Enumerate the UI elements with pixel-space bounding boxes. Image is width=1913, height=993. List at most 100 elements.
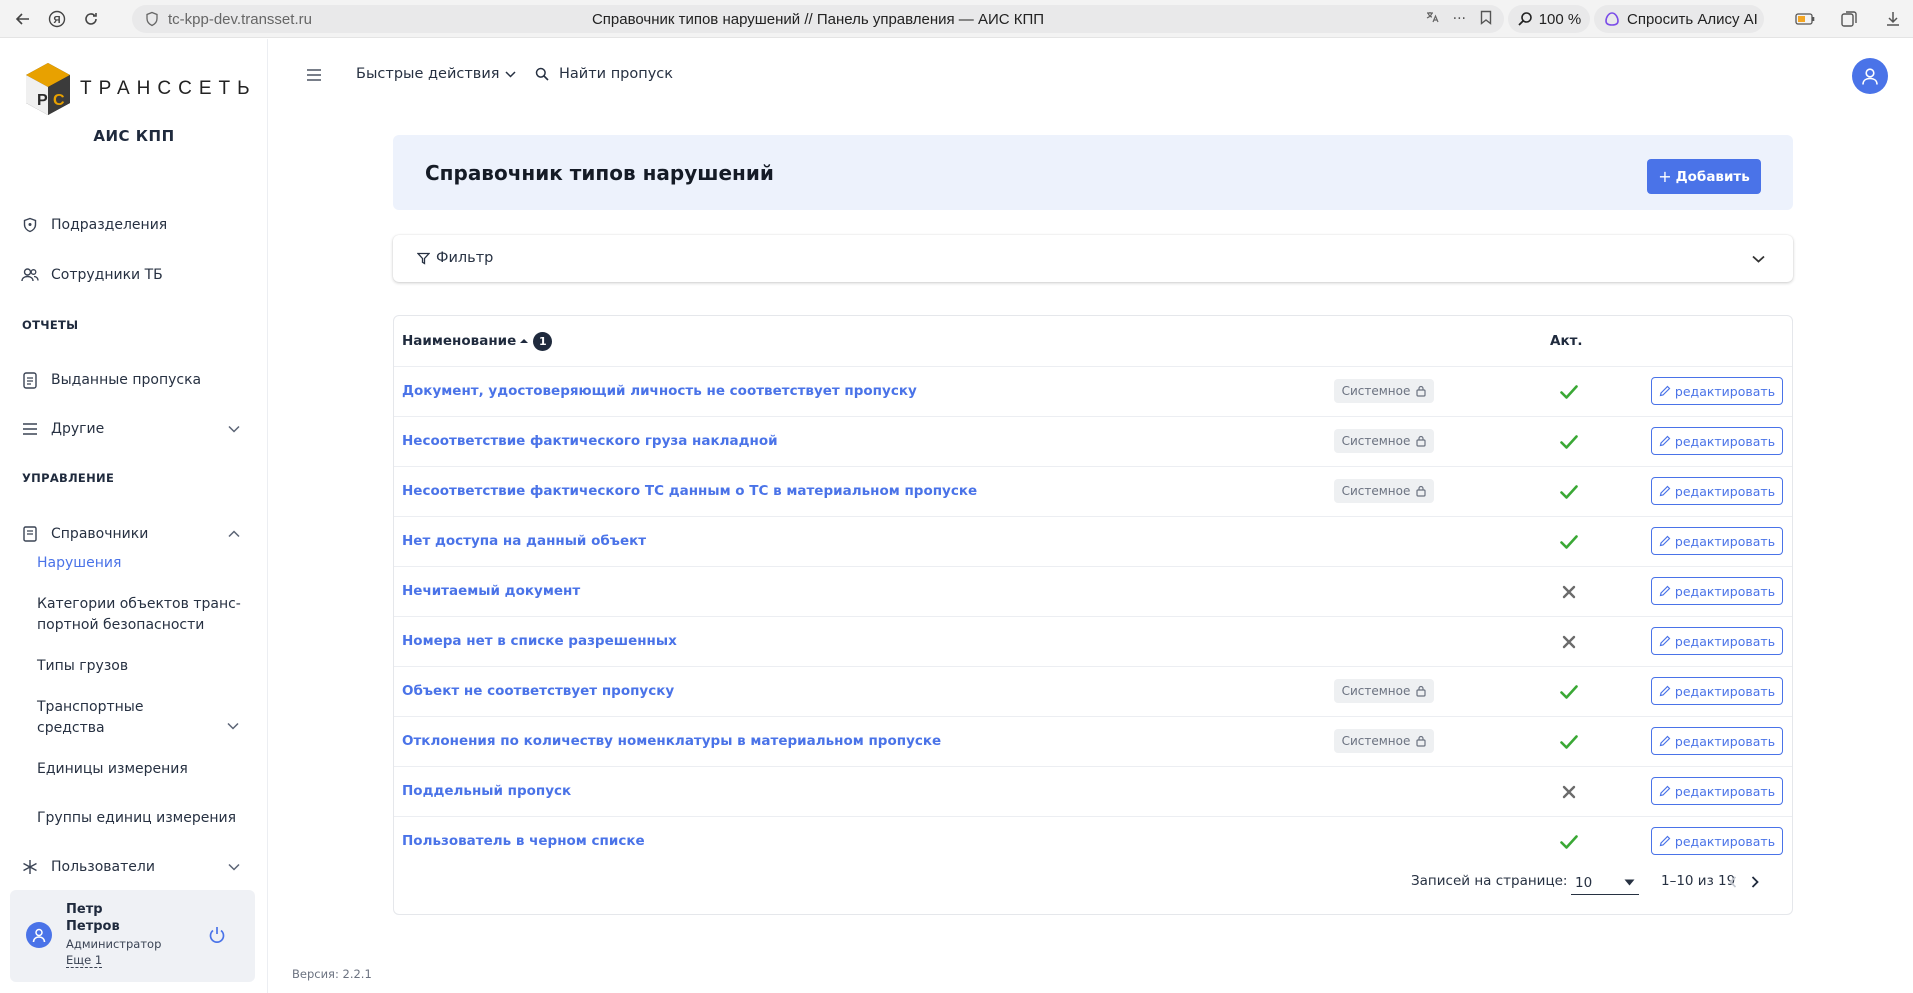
edit-button-label: редактировать [1674, 583, 1776, 599]
users-icon [20, 265, 40, 285]
sidebar-item-divisions[interactable]: Подразделения [0, 205, 268, 245]
sidebar-item-label: Выданные пропуска [51, 372, 202, 388]
reload-icon[interactable] [78, 6, 104, 32]
sidebar-subitem-vehicles[interactable]: Транспортные средства [37, 697, 187, 739]
sidebar-item-staff[interactable]: Сотрудники ТБ [0, 255, 268, 295]
sidebar-item-users[interactable]: Пользователи [0, 847, 268, 887]
sidebar-item-other[interactable]: Другие [0, 409, 268, 449]
violation-name-link[interactable]: Нечитаемый документ [402, 583, 580, 599]
violation-name-link[interactable]: Пользователь в черном списке [402, 833, 645, 849]
sidebar-subitem-units[interactable]: Единицы измерения [37, 759, 247, 780]
edit-button-label: редактировать [1674, 633, 1776, 649]
violation-name-link[interactable]: Отклонения по количеству номенклатуры в … [402, 733, 941, 749]
system-badge-label: Системное [1341, 384, 1411, 398]
site-shield-icon[interactable] [144, 11, 160, 27]
sidebar-subitem-unit-groups[interactable]: Группы единиц измерения [37, 808, 247, 829]
pencil-icon [1659, 535, 1671, 547]
column-header-name[interactable]: Наименование 1 [402, 316, 553, 366]
edit-button[interactable]: редактировать [1651, 827, 1783, 855]
chevron-down-icon[interactable] [1752, 251, 1765, 267]
edit-button[interactable]: редактировать [1651, 477, 1783, 505]
chevron-down-icon[interactable] [228, 422, 240, 436]
more-icon[interactable]: ··· [1453, 11, 1466, 27]
user-card: Петр Петров Администратор Еще 1 [10, 890, 255, 982]
sidebar-item-label: Сотрудники ТБ [51, 267, 163, 283]
sidebar-subitem-object-categories[interactable]: Категории объектов транс-портной безопас… [37, 594, 247, 636]
quick-actions-menu[interactable]: Быстрые действия [356, 66, 517, 82]
filter-toggle[interactable]: Фильтр [417, 250, 493, 266]
zoom-icon [1518, 12, 1532, 26]
chevron-up-icon[interactable] [228, 527, 240, 541]
edit-button[interactable]: редактировать [1651, 577, 1783, 605]
user-roles-more-link[interactable]: Еще 1 [66, 953, 103, 968]
app-version: Версия: 2.2.1 [292, 967, 372, 981]
edit-button[interactable]: редактировать [1651, 677, 1783, 705]
address-bar[interactable]: tc-kpp-dev.transset.ru Справочник типов … [132, 5, 1504, 33]
system-badge: Системное [1334, 729, 1434, 753]
asterisk-icon [20, 857, 40, 877]
table-row: Объект не соответствует пропуску Системно… [394, 666, 1792, 716]
violation-name-link[interactable]: Объект не соответствует пропуску [402, 683, 674, 699]
violation-name-link[interactable]: Нет доступа на данный объект [402, 533, 646, 549]
edit-button-label: редактировать [1674, 833, 1776, 849]
table-row: Документ, удостоверяющий личность не соо… [394, 366, 1792, 416]
app-name: АИС КПП [93, 127, 175, 145]
table-row: Несоответствие фактического ТС данным о … [394, 466, 1792, 516]
zoom-indicator[interactable]: 100 % [1508, 5, 1590, 33]
search-icon [535, 67, 549, 81]
violation-name-link[interactable]: Номера нет в списке разрешенных [402, 633, 677, 649]
active-check-icon [1558, 681, 1580, 703]
url-text[interactable]: tc-kpp-dev.transset.ru [168, 11, 312, 28]
alice-button[interactable]: Спросить Алису AI [1594, 5, 1764, 33]
edit-button-label: редактировать [1674, 683, 1776, 699]
sidebar-subitem-cargo-types[interactable]: Типы грузов [37, 656, 247, 677]
battery-icon[interactable] [1792, 8, 1818, 30]
downloads-icon[interactable] [1880, 8, 1906, 30]
per-page-select[interactable]: 10 [1571, 871, 1639, 895]
edit-button[interactable]: редактировать [1651, 777, 1783, 805]
sidebar-item-directories[interactable]: Справочники [0, 514, 268, 554]
profile-avatar-icon[interactable] [1852, 58, 1888, 94]
user-avatar-icon[interactable] [26, 922, 52, 948]
sidebar-item-label: Другие [51, 421, 105, 437]
bookmark-icon[interactable] [1480, 10, 1492, 29]
alice-label: Спросить Алису AI [1627, 10, 1758, 28]
sidebar-item-issued-passes[interactable]: Выданные пропуска [0, 360, 268, 400]
section-reports: ОТЧЕТЫ [22, 318, 79, 332]
active-check-icon [1558, 481, 1580, 503]
back-icon[interactable] [10, 6, 36, 32]
collections-icon[interactable] [1836, 8, 1862, 30]
find-pass-search[interactable]: Найти пропуск [535, 66, 673, 82]
system-badge-label: Системное [1341, 734, 1411, 748]
next-page-icon[interactable] [1746, 873, 1764, 891]
menu-burger-icon[interactable] [306, 66, 322, 87]
logo[interactable]: Р С ТРАНССЕТЬ [24, 61, 257, 117]
edit-button[interactable]: редактировать [1651, 627, 1783, 655]
violation-name-link[interactable]: Документ, удостоверяющий личность не соо… [402, 383, 917, 399]
violation-name-link[interactable]: Поддельный пропуск [402, 783, 571, 799]
translate-icon[interactable] [1425, 10, 1439, 28]
system-badge-label: Системное [1341, 434, 1411, 448]
filter-panel[interactable]: Фильтр [393, 235, 1793, 282]
system-badge: Системное [1334, 679, 1434, 703]
violation-name-link[interactable]: Несоответствие фактического груза наклад… [402, 433, 778, 449]
logout-power-icon[interactable] [206, 924, 228, 946]
svg-text:Р: Р [37, 92, 48, 109]
inactive-cross-icon [1558, 631, 1580, 653]
alice-icon [1605, 12, 1619, 26]
edit-button-label: редактировать [1674, 433, 1776, 449]
violation-name-link[interactable]: Несоответствие фактического ТС данным о … [402, 483, 977, 499]
chevron-down-icon[interactable] [228, 860, 240, 874]
system-badge-label: Системное [1341, 684, 1411, 698]
prev-page-icon[interactable] [1724, 873, 1742, 891]
sidebar-subitem-violations[interactable]: Нарушения [37, 553, 247, 574]
column-header-active[interactable]: Акт. [1550, 316, 1583, 366]
zoom-value: 100 % [1538, 10, 1582, 28]
edit-button[interactable]: редактировать [1651, 727, 1783, 755]
edit-button[interactable]: редактировать [1651, 427, 1783, 455]
edit-button[interactable]: редактировать [1651, 527, 1783, 555]
yandex-icon[interactable]: Я [44, 6, 70, 32]
chevron-down-icon[interactable] [227, 719, 239, 733]
add-button[interactable]: + Добавить [1647, 159, 1761, 194]
edit-button[interactable]: редактировать [1651, 377, 1783, 405]
